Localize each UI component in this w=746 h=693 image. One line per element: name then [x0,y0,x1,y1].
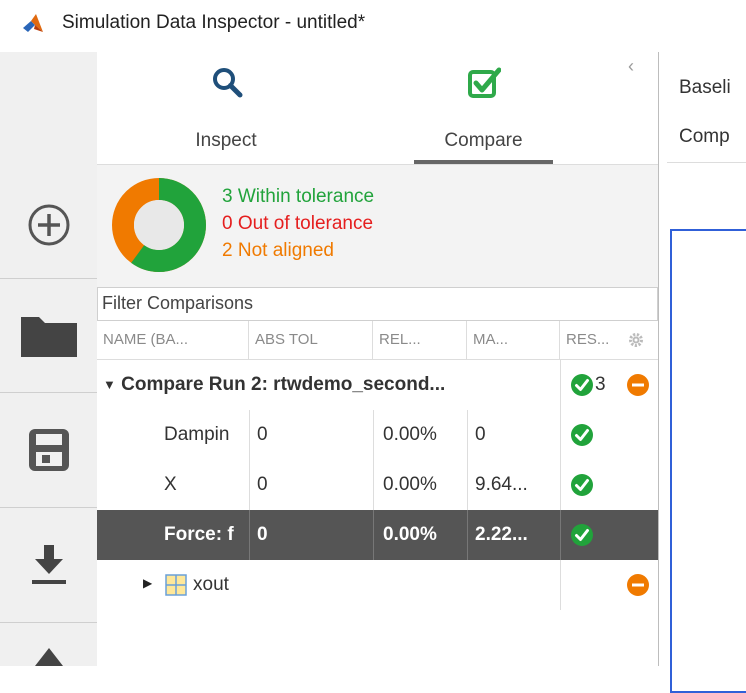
matlab-logo-icon [23,14,43,32]
matrix-icon [165,574,187,596]
column-rel-tol[interactable]: REL... [373,321,467,359]
comparison-summary: 3 Within tolerance 0 Out of tolerance 2 … [97,165,658,288]
column-name[interactable]: NAME (BA... [97,321,249,359]
expand-triangle-icon[interactable]: ▶ [143,576,152,590]
column-result[interactable]: RES... [560,321,630,359]
table-row[interactable]: X 0 0.00% 9.64... [97,460,658,510]
title-bar: Simulation Data Inspector - untitled* [0,0,746,48]
baseline-label: Baseli [679,77,731,98]
comparison-panel: Inspect Compare ‹ 3 Within tolerance 0 O… [97,52,658,666]
table-row-selected[interactable]: Force: f 0 0.00% 2.22... [97,510,658,560]
table-header: NAME (BA... ABS TOL REL... MA... RES... [97,321,658,360]
download-icon [31,544,66,584]
group-result-count: 3 [595,374,606,395]
comparison-group-label: Compare Run 2: rtwdemo_second... [121,374,446,396]
unaligned-row[interactable]: ▶ xout [97,560,658,610]
max-diff-value: 2.22... [475,524,528,545]
search-icon [213,68,243,98]
tab-inspect[interactable]: Inspect [167,52,285,164]
export-button[interactable] [0,623,97,666]
open-button[interactable] [0,279,97,391]
new-button[interactable] [0,172,97,277]
comparison-plot-area: Baseli Comp [659,52,746,693]
rel-tol-value: 0.00% [383,474,437,495]
tab-compare-label: Compare [444,130,523,151]
column-abs-tol[interactable]: ABS TOL [249,321,373,359]
upload-icon [34,648,63,666]
checkbox-icon [468,67,501,98]
signal-name: Dampin [164,424,230,445]
signal-name: X [164,474,177,495]
tab-inspect-label: Inspect [195,130,257,151]
filter-comparisons-input[interactable] [98,288,646,318]
abs-tol-value: 0 [257,424,268,445]
filter-comparisons-box [97,287,658,321]
save-button[interactable] [0,393,97,506]
summary-donut-chart [112,178,206,272]
expand-triangle-icon[interactable]: ▼ [103,377,116,392]
folder-icon [20,317,77,357]
tab-compare[interactable]: Compare [414,52,553,164]
within-tolerance-count[interactable]: 3 Within tolerance [222,186,374,208]
check-circle-icon [571,424,593,446]
plus-circle-icon [28,204,69,245]
compare-to-label: Comp [679,126,730,147]
abs-tol-value: 0 [257,524,268,545]
out-of-tolerance-count[interactable]: 0 Out of tolerance [222,213,373,235]
not-aligned-icon [627,374,649,396]
left-toolbar [0,52,98,666]
max-diff-value: 0 [475,424,486,445]
not-aligned-count[interactable]: 2 Not aligned [222,240,334,262]
column-max-diff[interactable]: MA... [467,321,560,359]
not-aligned-icon [627,574,649,596]
import-button[interactable] [0,508,97,621]
abs-tol-value: 0 [257,474,268,495]
check-circle-icon [571,524,593,546]
column-settings-gear-icon[interactable] [628,332,644,348]
signal-name: Force: f [164,524,234,545]
check-circle-icon [571,374,593,396]
collapse-panel-button[interactable]: ‹ [628,56,634,77]
mode-tabs: Inspect Compare ‹ [97,52,658,165]
rel-tol-value: 0.00% [383,524,437,545]
rel-tol-value: 0.00% [383,424,437,445]
signal-name: xout [193,574,229,595]
window-title: Simulation Data Inspector - untitled* [62,12,366,33]
check-circle-icon [571,474,593,496]
table-row[interactable]: Dampin 0 0.00% 0 [97,410,658,460]
comparison-group-row[interactable]: ▼ Compare Run 2: rtwdemo_second... 3 [97,360,658,410]
active-tab-indicator [414,160,553,164]
max-diff-value: 9.64... [475,474,528,495]
plot-axes[interactable] [670,229,746,693]
save-icon [28,428,69,471]
